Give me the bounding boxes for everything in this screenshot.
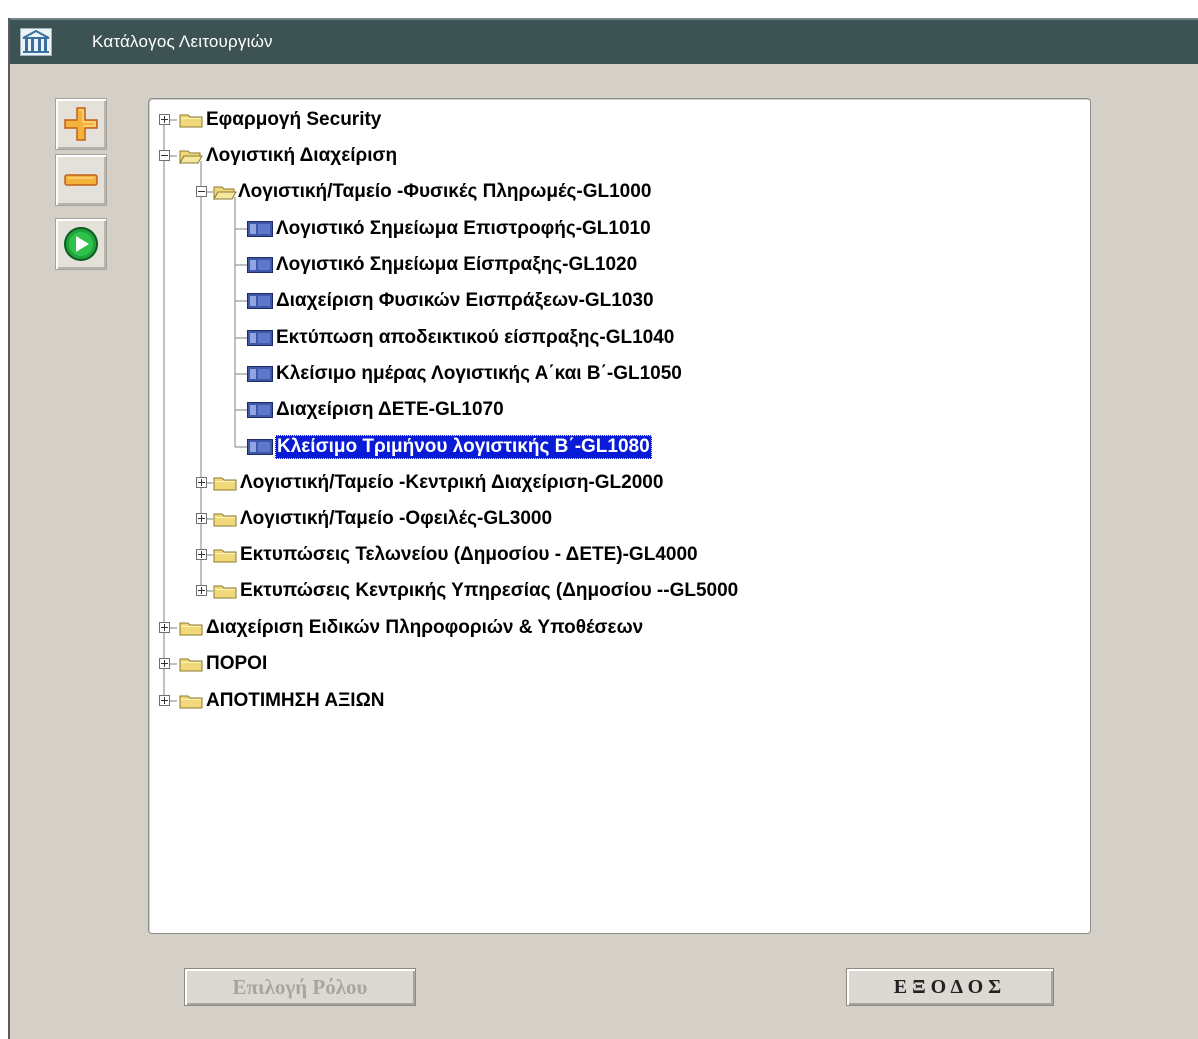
function-icon — [247, 402, 273, 418]
collapse-toggle[interactable] — [196, 186, 207, 197]
expand-button[interactable] — [55, 98, 107, 150]
tree-node-label[interactable]: Λογιστική/Ταμείο -Φυσικές Πληρωμές-GL100… — [238, 180, 651, 204]
tree-node-label[interactable]: Διαχείριση ΔΕΤΕ-GL1070 — [276, 398, 504, 422]
tree-node-label[interactable]: Λογιστική/Ταμείο -Οφειλές-GL3000 — [240, 507, 552, 531]
tree-node-label[interactable]: Εφαρμογή Security — [206, 108, 381, 132]
tree-node-label[interactable]: Εκτυπώσεις Τελωνείου (Δημοσίου - ΔΕΤΕ)-G… — [240, 543, 698, 567]
folder-closed-icon — [179, 658, 203, 672]
tree-node-label[interactable]: ΑΠΟΤΙΜΗΣΗ ΑΞΙΩΝ — [206, 689, 385, 713]
play-icon — [64, 227, 98, 261]
select-role-button[interactable]: Επιλογή Ρόλου — [184, 968, 416, 1006]
function-icon — [247, 366, 273, 382]
tree-node-label[interactable]: Εκτύπωση αποδεικτικού είσπραξης-GL1040 — [276, 326, 674, 350]
expand-toggle[interactable] — [196, 513, 207, 524]
expand-toggle[interactable] — [159, 622, 170, 633]
exit-button[interactable]: ΕΞΟΔΟΣ — [846, 968, 1054, 1006]
folder-closed-icon — [213, 477, 237, 491]
function-icon — [247, 221, 273, 237]
folder-closed-icon — [179, 114, 203, 128]
minus-icon — [64, 174, 98, 186]
tree-node-label[interactable]: ΠΟΡΟΙ — [206, 652, 267, 676]
window-title: Κατάλογος Λειτουργιών — [92, 32, 273, 51]
expand-toggle[interactable] — [196, 549, 207, 560]
tree-node-label[interactable]: Λογιστικό Σημείωμα Επιστροφής-GL1010 — [276, 217, 651, 241]
folder-open-icon — [179, 150, 203, 164]
folder-closed-icon — [213, 585, 237, 599]
folder-closed-icon — [213, 513, 237, 527]
function-icon — [247, 330, 273, 346]
building-columns-icon — [20, 28, 52, 56]
tree-node-label[interactable]: Λογιστικό Σημείωμα Είσπραξης-GL1020 — [276, 253, 637, 277]
tree-node-label[interactable]: Κλείσιμο ημέρας Λογιστικής Α΄και Β΄-GL10… — [276, 362, 682, 386]
tree-node-label[interactable]: Διαχείριση Φυσικών Εισπράξεων-GL1030 — [276, 289, 654, 313]
tree-node-label[interactable]: Διαχείριση Ειδικών Πληροφοριών & Υποθέσε… — [206, 616, 643, 640]
collapse-toggle[interactable] — [159, 150, 170, 161]
folder-open-icon — [213, 186, 237, 200]
folder-closed-icon — [179, 695, 203, 709]
function-icon — [247, 293, 273, 309]
function-icon — [247, 439, 273, 455]
run-button[interactable] — [55, 218, 107, 270]
expand-toggle[interactable] — [196, 585, 207, 596]
expand-toggle[interactable] — [196, 477, 207, 488]
tree-node-label[interactable]: Λογιστική Διαχείριση — [206, 144, 397, 168]
title-bar[interactable]: Κατάλογος Λειτουργιών — [10, 18, 1198, 64]
expand-toggle[interactable] — [159, 658, 170, 669]
function-icon — [247, 257, 273, 273]
app-window: Κατάλογος Λειτουργιών Εφαρμογή Security … — [8, 18, 1198, 1039]
tree-node-label-selected[interactable]: Κλείσιμο Τριμήνου λογιστικής Β΄-GL1080 — [275, 435, 652, 459]
tree-node-label[interactable]: Εκτυπώσεις Κεντρικής Υπηρεσίας (Δημοσίου… — [240, 579, 738, 603]
tree-node-label[interactable]: Λογιστική/Ταμείο -Κεντρική Διαχείριση-GL… — [240, 471, 663, 495]
expand-toggle[interactable] — [159, 114, 170, 125]
folder-closed-icon — [213, 549, 237, 563]
function-tree[interactable]: Εφαρμογή Security Λογιστική Διαχείριση Λ… — [148, 98, 1091, 934]
folder-closed-icon — [179, 622, 203, 636]
plus-icon — [64, 107, 98, 141]
collapse-button[interactable] — [55, 154, 107, 206]
expand-toggle[interactable] — [159, 695, 170, 706]
